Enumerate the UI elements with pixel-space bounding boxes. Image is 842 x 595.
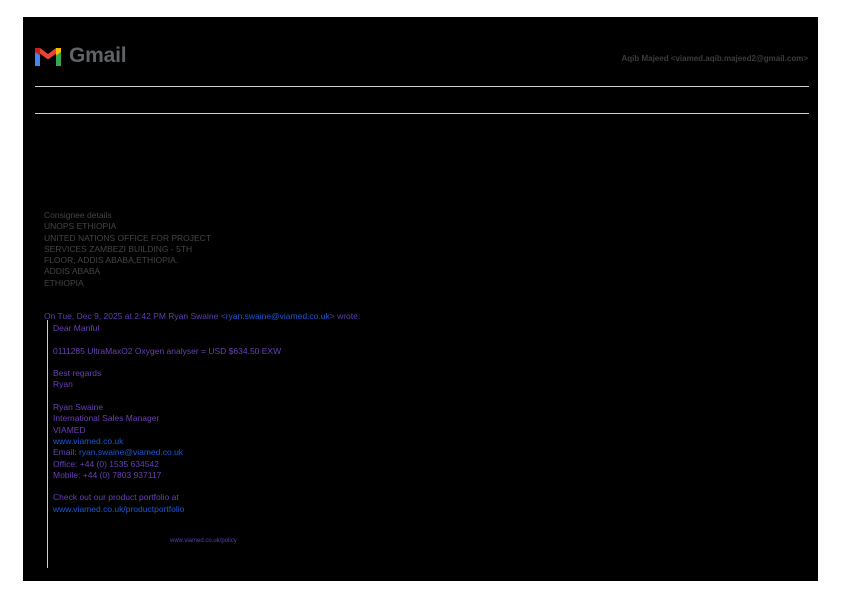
account-address: Aqib Majeed <viamed.aqib.majeed2@gmail.c… [621,54,808,63]
website-link[interactable]: www.viamed.co.uk [53,436,281,447]
signature-mobile: Mobile: +44 (0) 7803 937117 [53,469,162,480]
quote-item: 0111285 UltraMaxO2 Oxygen analyser = USD… [53,345,282,356]
regards-name: Ryan [53,379,73,390]
consignee-line: SERVICES ZAMBEZI BUILDING - 5TH [44,243,193,254]
consignee-line: FLOOR, ADDIS ABABA,ETHIOPIA. [44,255,179,266]
consignee-details: Consignee details UNOPS ETHIOPIA UNITED … [44,210,211,289]
sender-email-link[interactable]: ryan.swaine@viamed.co.uk [226,311,330,321]
gmail-logo: Gmail [33,43,127,69]
policy-link[interactable]: www.viamed.co.uk/policy [170,538,237,544]
email-label: Email: [53,447,79,458]
regards: Best regards [53,368,102,379]
signature-email-link[interactable]: ryan.swaine@viamed.co.uk [79,447,183,457]
quote-bar [47,320,48,568]
signature-name: Ryan Swaine [53,402,104,413]
consignee-line: UNITED NATIONS OFFICE FOR PROJECT [44,232,212,243]
gmail-m-icon [35,47,61,66]
subject-divider [35,113,809,114]
header-divider [35,86,809,87]
portfolio-text: Check out our product portfolio at [53,492,179,503]
consignee-line: ADDIS ABABA [44,266,101,277]
greeting: Dear Manful [53,323,100,333]
consignee-line: Consignee details [44,210,112,220]
consignee-line: ETHIOPIA [44,277,84,288]
gmail-wordmark: Gmail [69,44,127,67]
quote-attribution-prefix: On Tue, Dec 9, 2025 at 2:42 PM Ryan Swai… [44,311,226,321]
quote-attribution-suffix: > wrote: [329,311,361,321]
signature-title: International Sales Manager [53,413,160,424]
consignee-line: UNOPS ETHIOPIA [44,221,117,232]
signature-email: Email: ryan.swaine@viamed.co.uk [53,447,281,458]
quote-attribution: On Tue, Dec 9, 2025 at 2:42 PM Ryan Swai… [44,311,360,321]
signature-office: Office: +44 (0) 1535 634542 [53,458,159,469]
portfolio-link[interactable]: www.viamed.co.uk/productportfolio [53,504,281,515]
signature-company: VIAMED [53,424,86,435]
email-printout-page: Gmail Aqib Majeed <viamed.aqib.majeed2@g… [23,17,818,581]
quoted-message: Dear Manful 0111285 UltraMaxO2 Oxygen an… [53,323,281,515]
